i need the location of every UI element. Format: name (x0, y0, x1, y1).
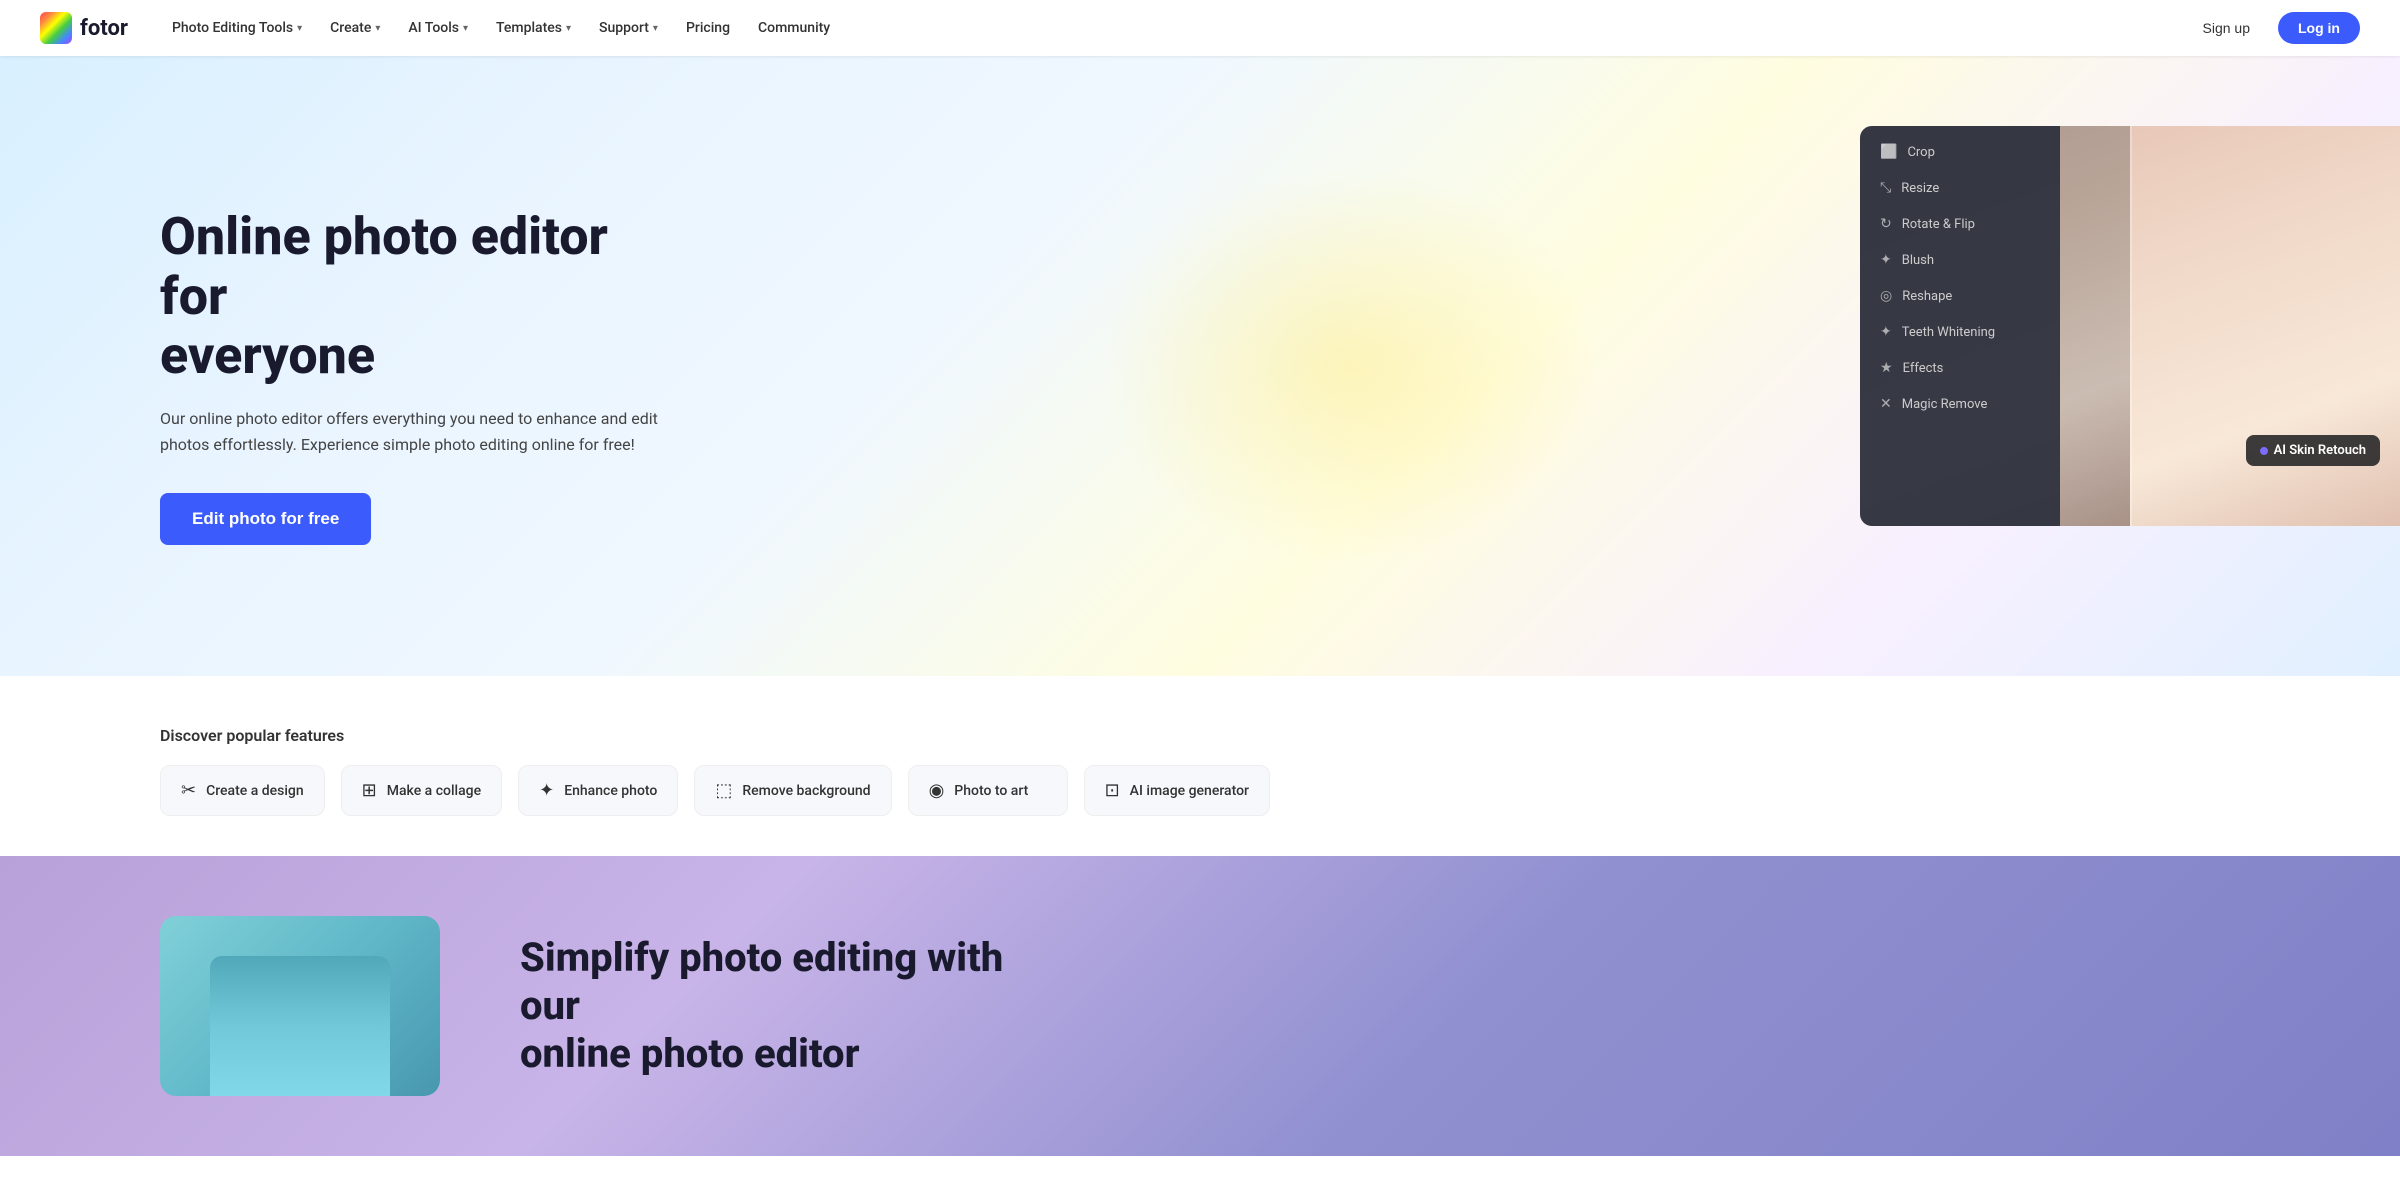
chevron-down-icon: ▾ (375, 23, 380, 34)
menu-item-rotate[interactable]: ↻ Rotate & Flip (1860, 206, 2060, 242)
nav-item-photo-editing[interactable]: Photo Editing Tools ▾ (160, 14, 314, 42)
make-collage-icon: ⊞ (362, 780, 377, 801)
hero-section: Online photo editor for everyone Our onl… (0, 56, 2400, 676)
portrait-right (2130, 126, 2400, 526)
feature-enhance-photo[interactable]: ✦ Enhance photo (518, 765, 678, 816)
logo[interactable]: fotor (40, 12, 128, 44)
effects-icon: ★ (1880, 360, 1893, 376)
remove-bg-icon: ⬚ (715, 780, 732, 801)
ai-badge-dot (2260, 447, 2268, 455)
nav-item-templates[interactable]: Templates ▾ (484, 14, 583, 42)
menu-item-magic-remove[interactable]: ✕ Magic Remove (1860, 386, 2060, 422)
nav-menu: Photo Editing Tools ▾ Create ▾ AI Tools … (160, 14, 842, 42)
menu-item-reshape[interactable]: ◎ Reshape (1860, 278, 2060, 314)
feature-remove-background[interactable]: ⬚ Remove background (694, 765, 891, 816)
bottom-preview-image (160, 916, 440, 1096)
bottom-title: Simplify photo editing with our online p… (520, 934, 1020, 1078)
nav-item-create[interactable]: Create ▾ (318, 14, 392, 42)
editor-panel: ⊞ ⚙ ⬡ ◉ ⬚ ⚇ T ⬜ Crop ⤡ Resize ↻ (1860, 126, 2060, 526)
magic-remove-icon: ✕ (1880, 396, 1892, 412)
nav-item-pricing[interactable]: Pricing (674, 14, 742, 42)
ai-generator-icon: ⊡ (1105, 780, 1120, 801)
nav-actions: Sign up Log in (2187, 12, 2360, 44)
hero-content: Online photo editor for everyone Our onl… (0, 127, 700, 606)
portrait-divider (2130, 126, 2132, 526)
bottom-preview-inner (210, 956, 390, 1096)
menu-item-teeth[interactable]: ✦ Teeth Whitening (1860, 314, 2060, 350)
rotate-icon: ↻ (1880, 216, 1892, 232)
chevron-down-icon: ▾ (463, 23, 468, 34)
reshape-icon: ◎ (1880, 288, 1892, 304)
enhance-photo-icon: ✦ (539, 780, 554, 801)
nav-item-ai-tools[interactable]: AI Tools ▾ (396, 14, 480, 42)
chevron-down-icon: ▾ (297, 23, 302, 34)
feature-photo-to-art[interactable]: ◉ Photo to art (908, 765, 1068, 816)
navbar: fotor Photo Editing Tools ▾ Create ▾ AI … (0, 0, 2400, 56)
ai-skin-retouch-badge: AI Skin Retouch (2246, 435, 2380, 466)
crop-icon: ⬜ (1880, 144, 1897, 160)
features-section: Discover popular features ✂ Create a des… (0, 676, 2400, 856)
login-button[interactable]: Log in (2278, 12, 2360, 44)
bottom-text: Simplify photo editing with our online p… (520, 934, 1020, 1078)
menu-item-resize[interactable]: ⤡ Resize (1860, 170, 2060, 206)
feature-ai-image-generator[interactable]: ⊡ AI image generator (1084, 765, 1270, 816)
features-section-title: Discover popular features (160, 726, 2360, 745)
signup-button[interactable]: Sign up (2187, 12, 2266, 44)
chevron-down-icon: ▾ (566, 23, 571, 34)
hero-bg-blob (1100, 166, 1600, 566)
chevron-down-icon: ▾ (653, 23, 658, 34)
teeth-icon: ✦ (1880, 324, 1892, 340)
portrait-container: ⊞ ⚙ ⬡ ◉ ⬚ ⚇ T ⬜ Crop ⤡ Resize ↻ (1860, 126, 2400, 526)
menu-item-effects[interactable]: ★ Effects (1860, 350, 2060, 386)
nav-item-support[interactable]: Support ▾ (587, 14, 670, 42)
create-design-icon: ✂ (181, 780, 196, 801)
features-grid: ✂ Create a design ⊞ Make a collage ✦ Enh… (160, 765, 2360, 816)
edit-photo-cta-button[interactable]: Edit photo for free (160, 493, 371, 545)
hero-editor-image: ⊞ ⚙ ⬡ ◉ ⬚ ⚇ T ⬜ Crop ⤡ Resize ↻ (1820, 56, 2400, 676)
feature-make-collage[interactable]: ⊞ Make a collage (341, 765, 502, 816)
logo-text: fotor (80, 16, 128, 41)
resize-icon: ⤡ (1880, 180, 1891, 196)
photo-to-art-icon: ◉ (929, 780, 945, 801)
blush-icon: ✦ (1880, 252, 1892, 268)
hero-subtitle: Our online photo editor offers everythin… (160, 406, 660, 457)
nav-item-community[interactable]: Community (746, 14, 842, 42)
menu-item-crop[interactable]: ⬜ Crop (1860, 134, 2060, 170)
bottom-section: Simplify photo editing with our online p… (0, 856, 2400, 1156)
feature-create-design[interactable]: ✂ Create a design (160, 765, 325, 816)
menu-item-blush[interactable]: ✦ Blush (1860, 242, 2060, 278)
logo-icon (40, 12, 72, 44)
hero-title: Online photo editor for everyone (160, 207, 660, 386)
